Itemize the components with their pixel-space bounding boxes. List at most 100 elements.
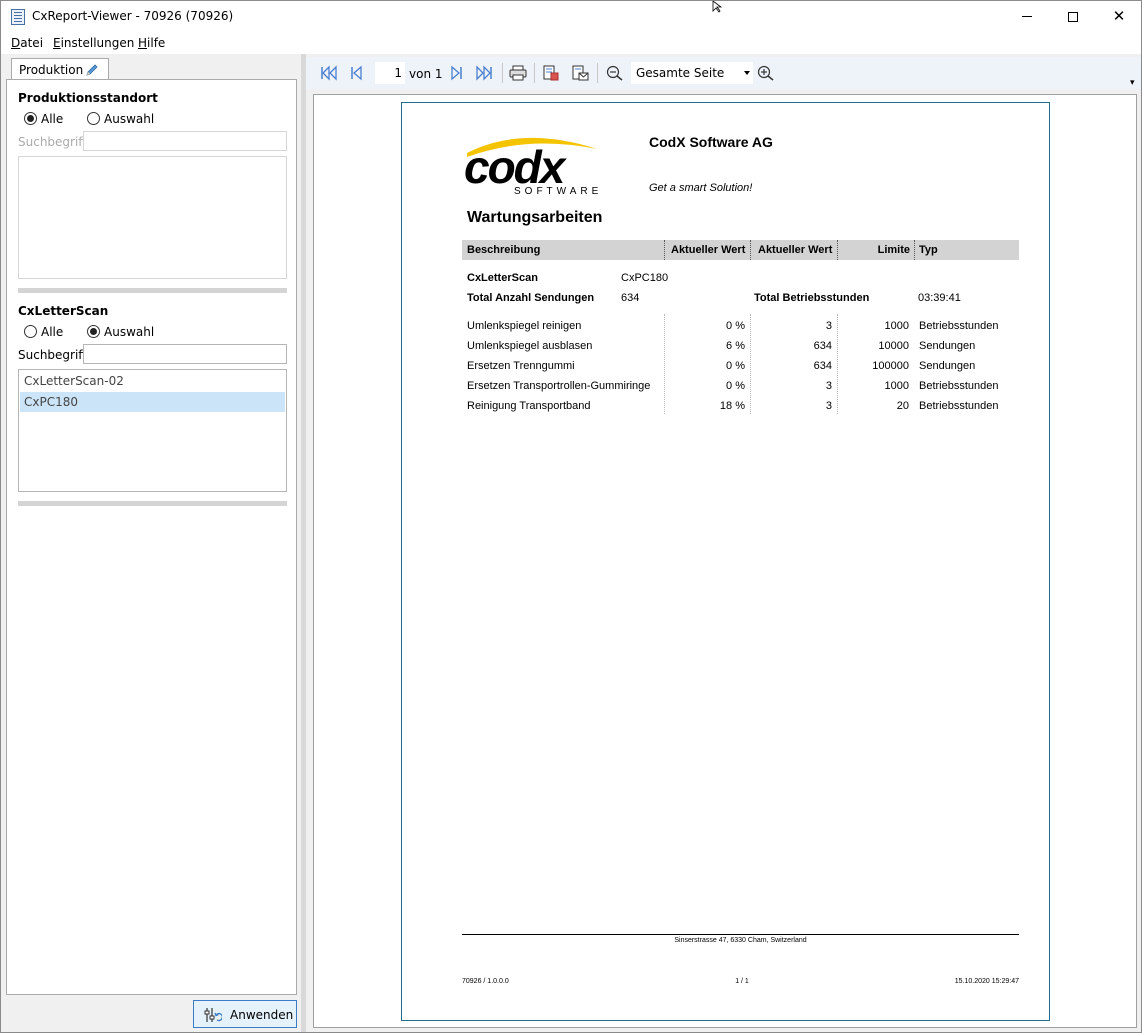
footer-page: 1 / 1 [735,978,749,985]
row-percentage: 0 % [726,320,745,332]
minimize-icon [1022,16,1032,17]
minimize-button[interactable] [1004,1,1050,32]
scanner-radio-selection-label[interactable]: Auswahl [104,325,154,339]
report-title: Wartungsarbeiten [467,209,603,226]
site-list[interactable] [18,156,287,279]
toolbar-separator [597,63,598,83]
column-divider [664,240,665,260]
tab-produktion[interactable]: Produktion [11,58,109,80]
footer-address: Sinserstrasse 47, 6330 Cham, Switzerland [674,937,807,944]
footer-timestamp: 15.10.2020 15:29:47 [954,978,1019,985]
row-type: Betriebsstunden [919,380,999,392]
report-preview-area[interactable]: codx SOFTWARE CodX Software AG Get a sma… [313,94,1137,1028]
page-count: von 1 [409,67,443,81]
scanner-radio-selection[interactable] [87,325,100,338]
column-header: Aktueller Wert [671,244,746,256]
row-percentage: 6 % [726,340,745,352]
row-current-value: 3 [825,320,832,332]
prev-page-icon[interactable] [348,65,366,81]
row-description: Umlenkspiegel ausblasen [467,340,593,352]
menu-einstellungen[interactable]: Einstellungen [53,36,134,50]
row-type: Betriebsstunden [919,320,999,332]
row-current-value: 634 [813,360,832,372]
row-current-value: 3 [825,380,832,392]
zoom-in-icon[interactable] [757,65,775,81]
title-bar: CxReport-Viewer - 70926 (70926) ✕ [1,1,1141,32]
site-radio-selection[interactable] [87,112,100,125]
scanner-radio-all-label[interactable]: Alle [41,325,63,339]
toolbar-separator [534,63,535,83]
zoom-out-icon[interactable] [606,65,624,81]
report-toolbar: 1 von 1 Gesamte Seite ▾ [306,57,1141,89]
apply-button[interactable]: Anwenden [193,1000,297,1028]
apply-button-label: Anwenden [230,1008,294,1022]
site-radio-all[interactable] [24,112,37,125]
zoom-value: Gesamte Seite [636,66,725,80]
scanner-search-label: Suchbegriff [18,348,87,362]
footer-report-id: 70926 / 1.0.0.0 [462,978,509,985]
row-description: Reinigung Transportband [467,400,591,412]
section-divider [18,501,287,506]
row-limit: 100000 [872,360,909,372]
zoom-select[interactable]: Gesamte Seite [631,62,753,84]
tab-label: Produktion [19,63,84,77]
chevron-down-icon [744,71,750,75]
print-icon[interactable] [509,65,527,81]
menu-bar: Datei Einstellungen Hilfe [1,32,1141,54]
column-header: Aktueller Wert [758,244,833,256]
row-description: Umlenkspiegel reinigen [467,320,582,332]
filter-panel: Produktionsstandort Alle Auswahl Suchbeg… [6,79,297,995]
column-divider [750,240,751,260]
device-value: CxPC180 [621,272,669,284]
mouse-cursor-icon [712,1,723,13]
table-header: Beschreibung Aktueller Wert Aktueller We… [462,240,1019,260]
column-header: Beschreibung [467,244,541,256]
row-current-value: 3 [825,400,832,412]
toolbar-overflow-icon[interactable]: ▾ [1130,77,1135,88]
site-radio-all-label[interactable]: Alle [41,112,63,126]
row-column-divider [750,314,751,414]
close-button[interactable]: ✕ [1096,1,1142,32]
column-header: Typ [919,244,938,256]
app-icon [11,9,25,25]
close-icon: ✕ [1112,7,1126,25]
row-percentage: 18 % [719,400,745,412]
section-divider [18,288,287,293]
column-header: Limite [877,244,910,256]
window-title: CxReport-Viewer - 70926 (70926) [32,9,234,23]
row-column-divider [837,314,838,414]
menu-datei[interactable]: Datei [11,36,43,50]
row-limit: 10000 [878,340,909,352]
row-type: Betriebsstunden [919,400,999,412]
first-page-icon[interactable] [320,65,338,81]
row-column-divider [664,314,665,414]
site-radio-selection-label[interactable]: Auswahl [104,112,154,126]
panel-splitter[interactable] [301,54,306,1032]
scanner-list[interactable]: CxLetterScan-02 CxPC180 [18,369,287,492]
scanner-section-title: CxLetterScan [18,304,109,318]
export-mail-icon[interactable] [571,65,589,81]
page-number-input[interactable]: 1 [375,62,405,84]
scanner-radio-all[interactable] [24,325,37,338]
scanner-search-input[interactable] [83,344,287,364]
next-page-icon[interactable] [447,65,465,81]
export-icon[interactable] [542,65,560,81]
menu-hilfe[interactable]: Hilfe [138,36,165,50]
row-current-value: 634 [813,340,832,352]
site-search-label: Suchbegriff [18,135,87,149]
site-search-input[interactable] [83,131,287,151]
scanner-list-item[interactable]: CxLetterScan-02 [20,371,285,391]
total-hours-value: 03:39:41 [918,292,961,304]
row-description: Ersetzen Transportrollen-Gummiringe [467,380,651,392]
row-type: Sendungen [919,360,976,372]
report-viewer-window: CxReport-Viewer - 70926 (70926) ✕ Datei … [0,0,1142,1033]
maximize-icon [1068,11,1078,22]
total-hours-label: Total Betriebsstunden [754,292,870,304]
maximize-button[interactable] [1050,1,1096,32]
company-name: CodX Software AG [649,134,773,150]
row-limit: 1000 [884,320,909,332]
last-page-icon[interactable] [475,65,493,81]
scanner-list-item-selected[interactable]: CxPC180 [20,392,285,412]
codx-logo: codx SOFTWARE [464,137,598,197]
pencil-icon[interactable] [84,62,100,78]
